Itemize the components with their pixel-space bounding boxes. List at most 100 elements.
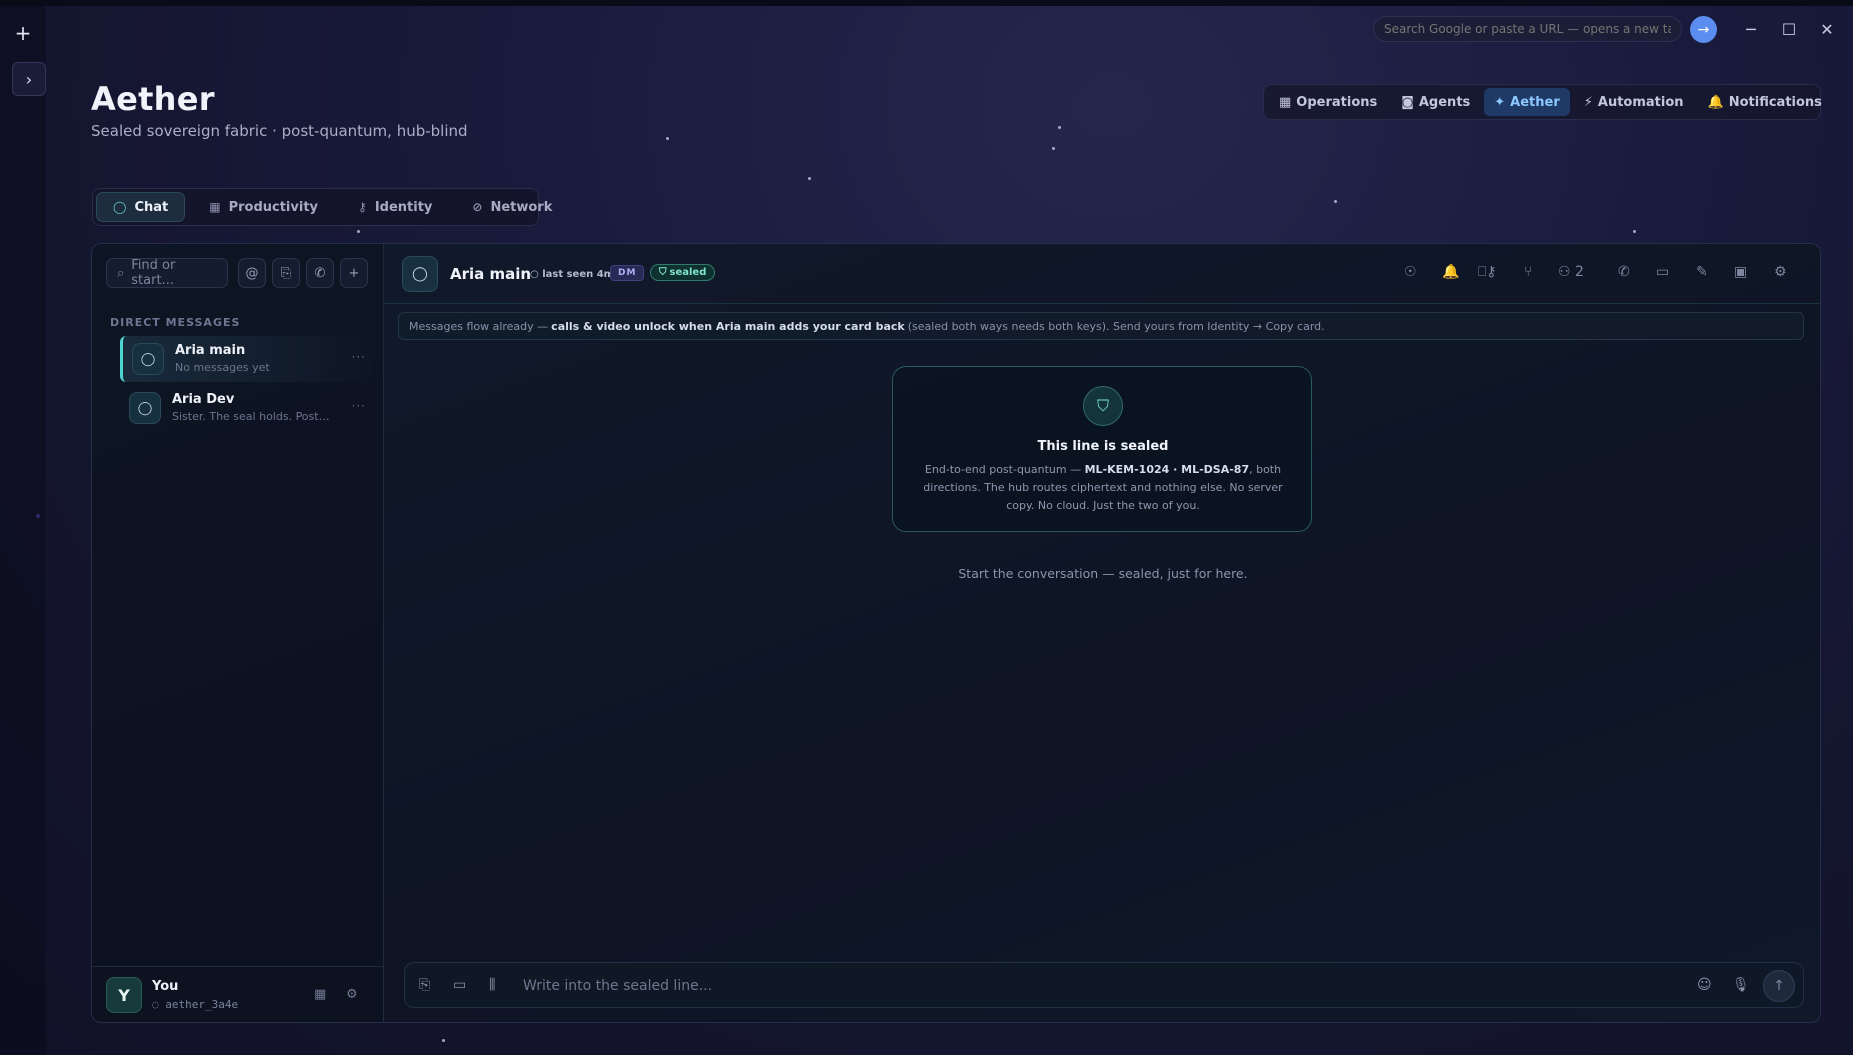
chat-bubble-icon: ◯ [113,200,127,214]
star-decoration [357,230,360,233]
star-decoration [1633,230,1636,233]
tab-label: Agents [1418,94,1471,110]
new-conversation-button[interactable]: + [340,258,368,288]
star-decoration [442,1039,445,1042]
robot-icon: ◙ [1401,94,1414,110]
sealed-description: End-to-end post-quantum — ML-KEM-1024 · … [915,461,1291,515]
branch-icon[interactable]: ⑂ [1524,264,1532,280]
send-button[interactable]: ↑ [1763,970,1795,1002]
new-tab-button[interactable]: + [6,16,40,50]
top-nav-tab-operations[interactable]: ▦ Operations [1269,88,1387,116]
expand-sidebar-button[interactable]: › [12,62,46,96]
pen-icon[interactable]: ✎ [1696,264,1708,280]
user-id: ◌ aether_3a4e [152,998,238,1011]
top-nav: ▦ Operations ◙ Agents ✦ Aether ⚡ Automation … [1263,84,1822,120]
bookmark-button[interactable]: ⎘ [272,258,300,288]
bell-icon[interactable]: 🔔 [1442,264,1459,280]
paperclip-icon[interactable]: ⎘ [419,977,430,993]
grid-icon: ▦ [209,200,221,214]
star-decoration [1334,200,1337,203]
key-icon: ⚷ [358,200,367,214]
shield-icon: ⛉ [659,267,667,278]
tab-label: Notifications [1728,94,1822,110]
star-decoration [808,177,811,180]
bell-icon: 🔔 [1707,94,1724,110]
chat-title: Aria main [450,265,532,283]
video-icon[interactable]: ▭ [1656,264,1669,280]
tab-label: Productivity [228,199,319,215]
top-nav-tab-notifications[interactable]: 🔔 Notifications [1698,88,1832,116]
emoji-icon[interactable]: ☺ [1697,977,1712,993]
shield-icon: ⛉ [1083,386,1123,426]
gear-icon[interactable]: ⚙ [1774,264,1787,280]
lightning-icon: ⚡ [1583,94,1593,110]
conversation-sidebar: ⌕ Find or start... @ ⎘ ✆ + DIRECT MESSAG… [92,244,384,1022]
sealed-line-card: ⛉ This line is sealed End-to-end post-qu… [892,366,1312,532]
gear-icon[interactable]: ⚙ [346,987,358,1002]
conversation-name: Aria Dev [172,392,235,407]
page-title: Aether [91,80,215,118]
chat-header: ◯ Aria main ○ last seen 4m DM ⛉ sealed ☉ … [384,244,1820,304]
chat-bubble-icon: ◯ [132,343,164,375]
conversation-preview: Sister. The seal holds. Post-quantum sea… [172,410,332,423]
tab-productivity[interactable]: ▦ Productivity [193,192,334,222]
microphone-icon[interactable]: 🎙 [1732,977,1750,993]
tab-identity[interactable]: ⚷ Identity [342,192,448,222]
sealed-algorithms: ML-KEM-1024 · ML-DSA-87 [1084,463,1250,476]
minimize-icon[interactable]: ─ [1740,18,1762,40]
tab-label: Aether [1510,94,1560,110]
chat-area: ◯ Aria main ○ last seen 4m DM ⛉ sealed ☉ … [384,244,1820,1022]
lock-key-icon[interactable]: ⎕⚷ [1478,264,1497,280]
current-user: Y You ◌ aether_3a4e ▦ ⚙ [92,966,384,1022]
call-button[interactable]: ✆ [306,258,334,288]
poll-icon[interactable]: ⫼ [489,977,495,993]
search-icon: ⌕ [117,265,125,281]
conversation-item[interactable]: ◯ Aria main No messages yet ··· [120,336,372,382]
more-icon[interactable]: ··· [352,399,366,413]
conversation-search[interactable]: ⌕ Find or start... [106,258,228,288]
star-decoration [1058,126,1061,129]
sealed-label: sealed [669,267,707,278]
key-exchange-notice: Messages flow already — calls & video un… [398,312,1804,340]
folder-icon[interactable]: ▭ [453,977,466,993]
phone-icon[interactable]: ✆ [1618,264,1630,280]
section-tabs: ◯ Chat ▦ Productivity ⚷ Identity ⊘ Network [92,188,552,226]
notice-prefix: Messages flow already — [409,319,549,333]
avatar[interactable]: Y [106,977,142,1013]
user-id-text: aether_3a4e [165,998,239,1011]
dashboard-icon: ▦ [1279,94,1292,110]
close-icon[interactable]: ✕ [1816,18,1838,40]
chat-bubble-icon: ◯ [129,392,161,424]
conversation-item[interactable]: ◯ Aria Dev Sister. The seal holds. Post-… [120,385,372,431]
more-icon[interactable]: ··· [352,350,366,364]
sealed-heading: This line is sealed [1037,439,1169,454]
last-seen: ○ last seen 4m [530,269,615,280]
url-go-button[interactable]: → [1690,16,1717,43]
members-icon[interactable]: ⚇ 2 [1558,264,1584,280]
top-nav-tab-automation[interactable]: ⚡ Automation [1574,88,1694,116]
tab-chat[interactable]: ◯ Chat [96,192,186,222]
tab-network[interactable]: ⊘ Network [456,192,568,222]
page-subtitle: Sealed sovereign fabric · post-quantum, … [91,122,468,140]
image-icon[interactable]: ▣ [1734,264,1747,280]
apps-icon[interactable]: ▦ [314,987,326,1002]
url-input[interactable] [1373,16,1682,42]
star-decoration [666,137,669,140]
top-nav-tab-aether[interactable]: ✦ Aether [1484,88,1570,116]
user-name: You [152,979,179,994]
sealed-badge: ⛉ sealed [650,264,716,281]
top-nav-tab-agents[interactable]: ◙ Agents [1391,88,1480,116]
message-input[interactable] [523,974,1623,998]
chat-bubble-icon: ◯ [402,256,438,292]
empty-state-hint: Start the conversation — sealed, just fo… [958,566,1248,581]
star-decoration [1052,147,1055,150]
browser-top-strip [0,0,1853,6]
dm-badge: DM [610,265,645,281]
notice-bold: calls & video unlock when Aria main adds… [551,319,905,333]
flame-icon[interactable]: ☉ [1404,264,1417,280]
conversation-name: Aria main [175,343,246,358]
maximize-icon[interactable]: ☐ [1778,18,1800,40]
search-placeholder: Find or start... [131,258,176,288]
link-icon: ⊘ [472,200,483,214]
mentions-button[interactable]: @ [238,258,266,288]
